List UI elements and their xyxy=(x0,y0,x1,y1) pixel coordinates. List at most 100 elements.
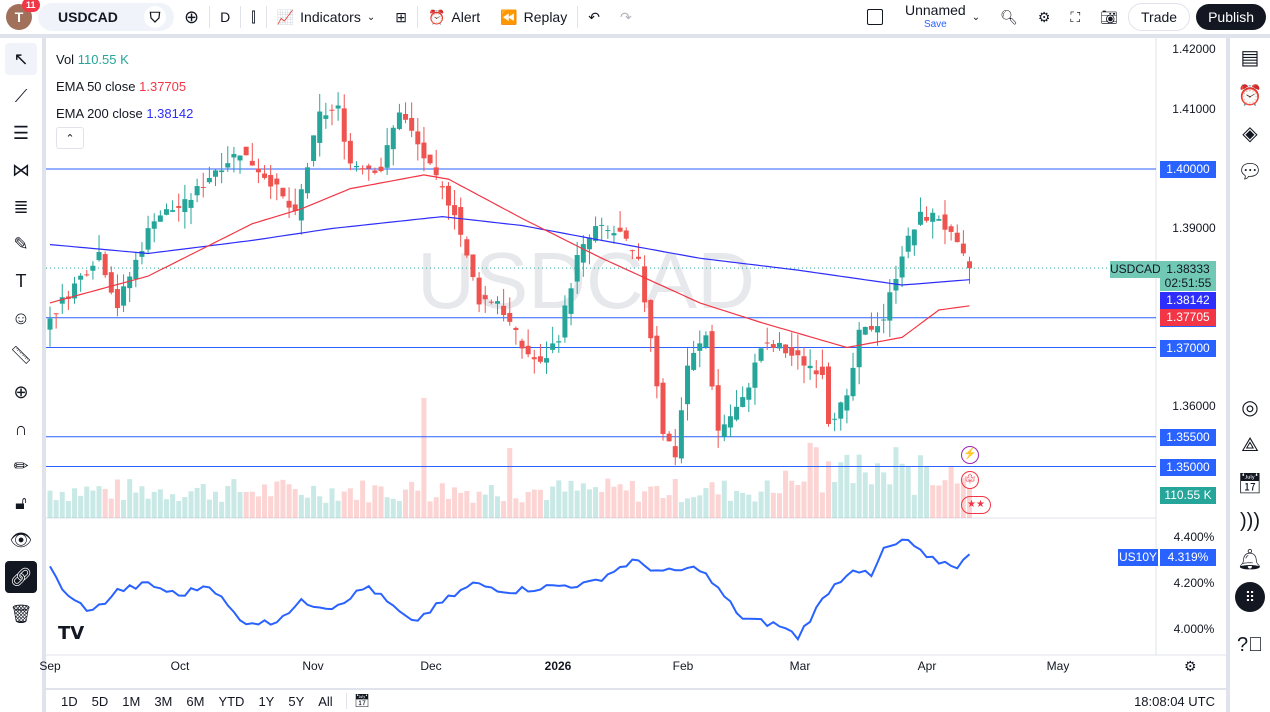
pencil-lock-icon[interactable]: ✏ xyxy=(5,450,37,482)
candle xyxy=(427,154,433,164)
volume-bar xyxy=(170,494,176,518)
avatar[interactable]: T 11 xyxy=(6,0,40,30)
range-1d[interactable]: 1D xyxy=(54,694,85,709)
volume-bar xyxy=(255,496,261,518)
candle xyxy=(341,108,347,142)
candle xyxy=(78,275,84,280)
candle xyxy=(102,254,108,276)
candle xyxy=(108,272,114,293)
candle xyxy=(482,295,488,300)
legend-ema200[interactable]: EMA 200 close 1.38142 xyxy=(56,100,193,127)
settings-button[interactable]: ⚙ xyxy=(1028,0,1061,34)
link-icon[interactable]: 🔗︎ xyxy=(5,561,37,593)
ideas-icon[interactable]: ⟁ xyxy=(1230,426,1270,464)
emoji-icon[interactable]: ☺ xyxy=(5,302,37,334)
volume-bar xyxy=(108,498,114,518)
cursor-icon[interactable]: ↖ xyxy=(5,43,37,75)
symbol-search[interactable]: USDCAD ⛉ xyxy=(38,3,174,31)
event-flash-icon[interactable]: ⚡ xyxy=(961,446,979,464)
candle xyxy=(415,131,421,145)
snapshot-button[interactable]: 📷︎ xyxy=(1090,0,1128,34)
volume-bar xyxy=(544,499,550,518)
replay-button[interactable]: ⏪ Replay xyxy=(490,0,577,34)
ruler-icon[interactable]: 📏︎ xyxy=(5,339,37,371)
range-all[interactable]: All xyxy=(311,694,339,709)
volume-bar xyxy=(691,497,697,518)
range-5d[interactable]: 5D xyxy=(85,694,116,709)
watchlist-icon[interactable]: ▤ xyxy=(1230,38,1270,76)
date-range-icon[interactable]: 📅︎ xyxy=(345,693,378,709)
alert-button[interactable]: ⏰ Alert xyxy=(418,0,490,34)
chat-icon[interactable]: 💬︎ xyxy=(1230,152,1270,190)
trash-icon[interactable]: 🗑︎ xyxy=(5,598,37,630)
candle xyxy=(513,327,519,330)
chart-type-button[interactable]: ⫿ xyxy=(241,0,265,34)
templates-button[interactable]: ⊞ xyxy=(385,0,417,34)
range-1m[interactable]: 1M xyxy=(115,694,147,709)
layout-button[interactable]: Unnamed Save ⌄ xyxy=(857,0,990,34)
candle xyxy=(617,227,623,232)
price-chart[interactable]: USDCAD xyxy=(46,38,1226,688)
us-events-icon[interactable]: ★★ xyxy=(961,496,991,514)
volume-bar xyxy=(409,481,415,518)
horizontal-lines-icon[interactable]: ☰ xyxy=(5,117,37,149)
candle xyxy=(917,211,923,225)
magnet-icon[interactable]: ∩ xyxy=(5,413,37,445)
indicators-button[interactable]: 📈 Indicators ⌄ xyxy=(267,0,386,34)
trend-line-icon[interactable]: ⟋ xyxy=(5,80,37,112)
collapse-legend-button[interactable]: ⌃ xyxy=(56,127,84,149)
square-icon xyxy=(866,9,883,25)
redo-button[interactable]: ↷ xyxy=(610,0,642,34)
candle xyxy=(801,356,807,366)
chart-area[interactable]: USDCAD Vol 110.55 K EMA 50 close 1.37705… xyxy=(39,38,1226,688)
target-icon[interactable]: ◎ xyxy=(1230,388,1270,426)
eye-icon[interactable]: 👁︎ xyxy=(5,524,37,556)
candle xyxy=(213,170,219,177)
volume-bar xyxy=(605,478,611,518)
zoom-in-icon[interactable]: ⊕ xyxy=(5,376,37,408)
legend-volume[interactable]: Vol 110.55 K xyxy=(56,46,193,73)
candle xyxy=(623,230,629,239)
volume-bar xyxy=(924,466,930,518)
clock[interactable]: 18:08:04 UTC xyxy=(1127,694,1222,709)
legend-ema50[interactable]: EMA 50 close 1.37705 xyxy=(56,73,193,100)
volume-bar xyxy=(617,484,623,518)
trade-button[interactable]: Trade xyxy=(1128,3,1191,31)
time-tick: Dec xyxy=(420,659,442,673)
axis-settings-icon[interactable]: ⚙ xyxy=(1184,658,1197,675)
fib-icon[interactable]: ≣ xyxy=(5,191,37,223)
diamond-icon[interactable]: ⛉ xyxy=(144,6,166,28)
help-icon[interactable]: ?⃝ xyxy=(1230,626,1270,664)
range-6m[interactable]: 6M xyxy=(179,694,211,709)
alerts-icon[interactable]: ⏰ xyxy=(1230,76,1270,114)
volume-bar xyxy=(102,488,108,518)
volume-bar xyxy=(439,483,445,518)
volume-bar xyxy=(813,447,819,518)
canada-event-icon[interactable]: 🍁︎ xyxy=(961,471,979,489)
calendar-icon[interactable]: 📅︎ xyxy=(1230,464,1270,502)
range-3m[interactable]: 3M xyxy=(147,694,179,709)
pattern-icon[interactable]: ⋈ xyxy=(5,154,37,186)
range-ytd[interactable]: YTD xyxy=(211,694,251,709)
lock-icon[interactable]: 🔓︎ xyxy=(5,487,37,519)
range-5y[interactable]: 5Y xyxy=(281,694,311,709)
volume-bar xyxy=(948,466,954,518)
interval-button[interactable]: D xyxy=(210,0,240,34)
compare-button[interactable]: ⊕ xyxy=(174,0,209,34)
text-icon[interactable]: T xyxy=(5,265,37,297)
range-1y[interactable]: 1Y xyxy=(251,694,281,709)
broadcast-icon[interactable]: ))) xyxy=(1230,502,1270,540)
bell-icon[interactable]: 🔔︎ xyxy=(1230,540,1270,578)
candle xyxy=(231,154,237,158)
layers-icon[interactable]: ◈ xyxy=(1230,114,1270,152)
quick-search-button[interactable]: 🔍︎ xyxy=(990,0,1028,34)
candle xyxy=(378,166,384,172)
volume-bar xyxy=(789,480,795,518)
apps-icon[interactable]: ⠿ xyxy=(1230,578,1270,616)
volume-bar xyxy=(470,502,476,518)
volume-bar xyxy=(421,398,427,518)
fullscreen-button[interactable]: ⛶ xyxy=(1060,0,1090,34)
publish-button[interactable]: Publish xyxy=(1196,4,1266,30)
undo-button[interactable]: ↶ xyxy=(578,0,610,34)
brush-icon[interactable]: ✎ xyxy=(5,228,37,260)
